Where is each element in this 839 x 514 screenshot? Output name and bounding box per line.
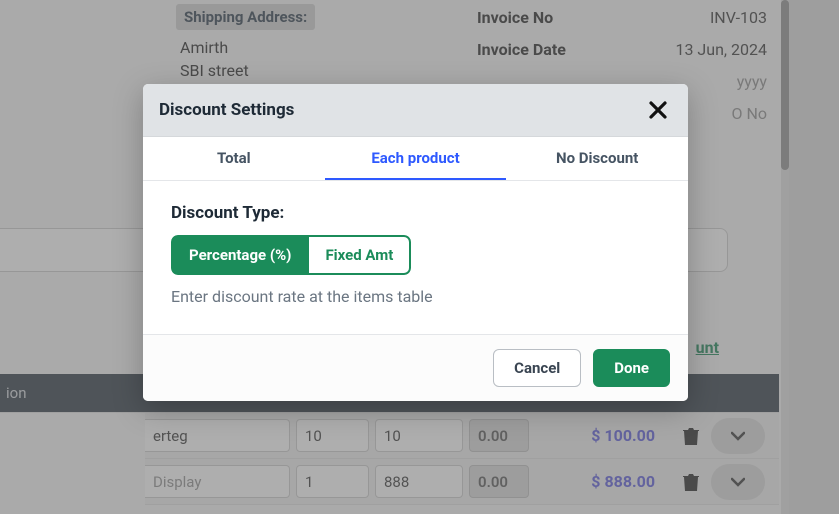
tabs: Total Each product No Discount: [143, 137, 688, 181]
tab-no-discount[interactable]: No Discount: [506, 137, 688, 180]
done-button[interactable]: Done: [593, 349, 670, 387]
modal-footer: Cancel Done: [143, 334, 688, 401]
discount-hint: Enter discount rate at the items table: [171, 287, 660, 306]
modal-title: Discount Settings: [159, 100, 294, 120]
fixed-amount-option[interactable]: Fixed Amt: [309, 235, 411, 275]
close-button[interactable]: [646, 98, 670, 122]
close-icon: [648, 100, 668, 120]
discount-type-label: Discount Type:: [171, 203, 660, 223]
percentage-option[interactable]: Percentage (%): [171, 235, 309, 275]
discount-settings-modal: Discount Settings Total Each product No …: [143, 84, 688, 401]
tab-total[interactable]: Total: [143, 137, 325, 180]
cancel-button[interactable]: Cancel: [493, 349, 581, 387]
discount-type-segment: Percentage (%) Fixed Amt: [171, 235, 411, 275]
modal-body: Discount Type: Percentage (%) Fixed Amt …: [143, 181, 688, 334]
modal-header: Discount Settings: [143, 84, 688, 137]
tab-each-product[interactable]: Each product: [325, 137, 507, 180]
